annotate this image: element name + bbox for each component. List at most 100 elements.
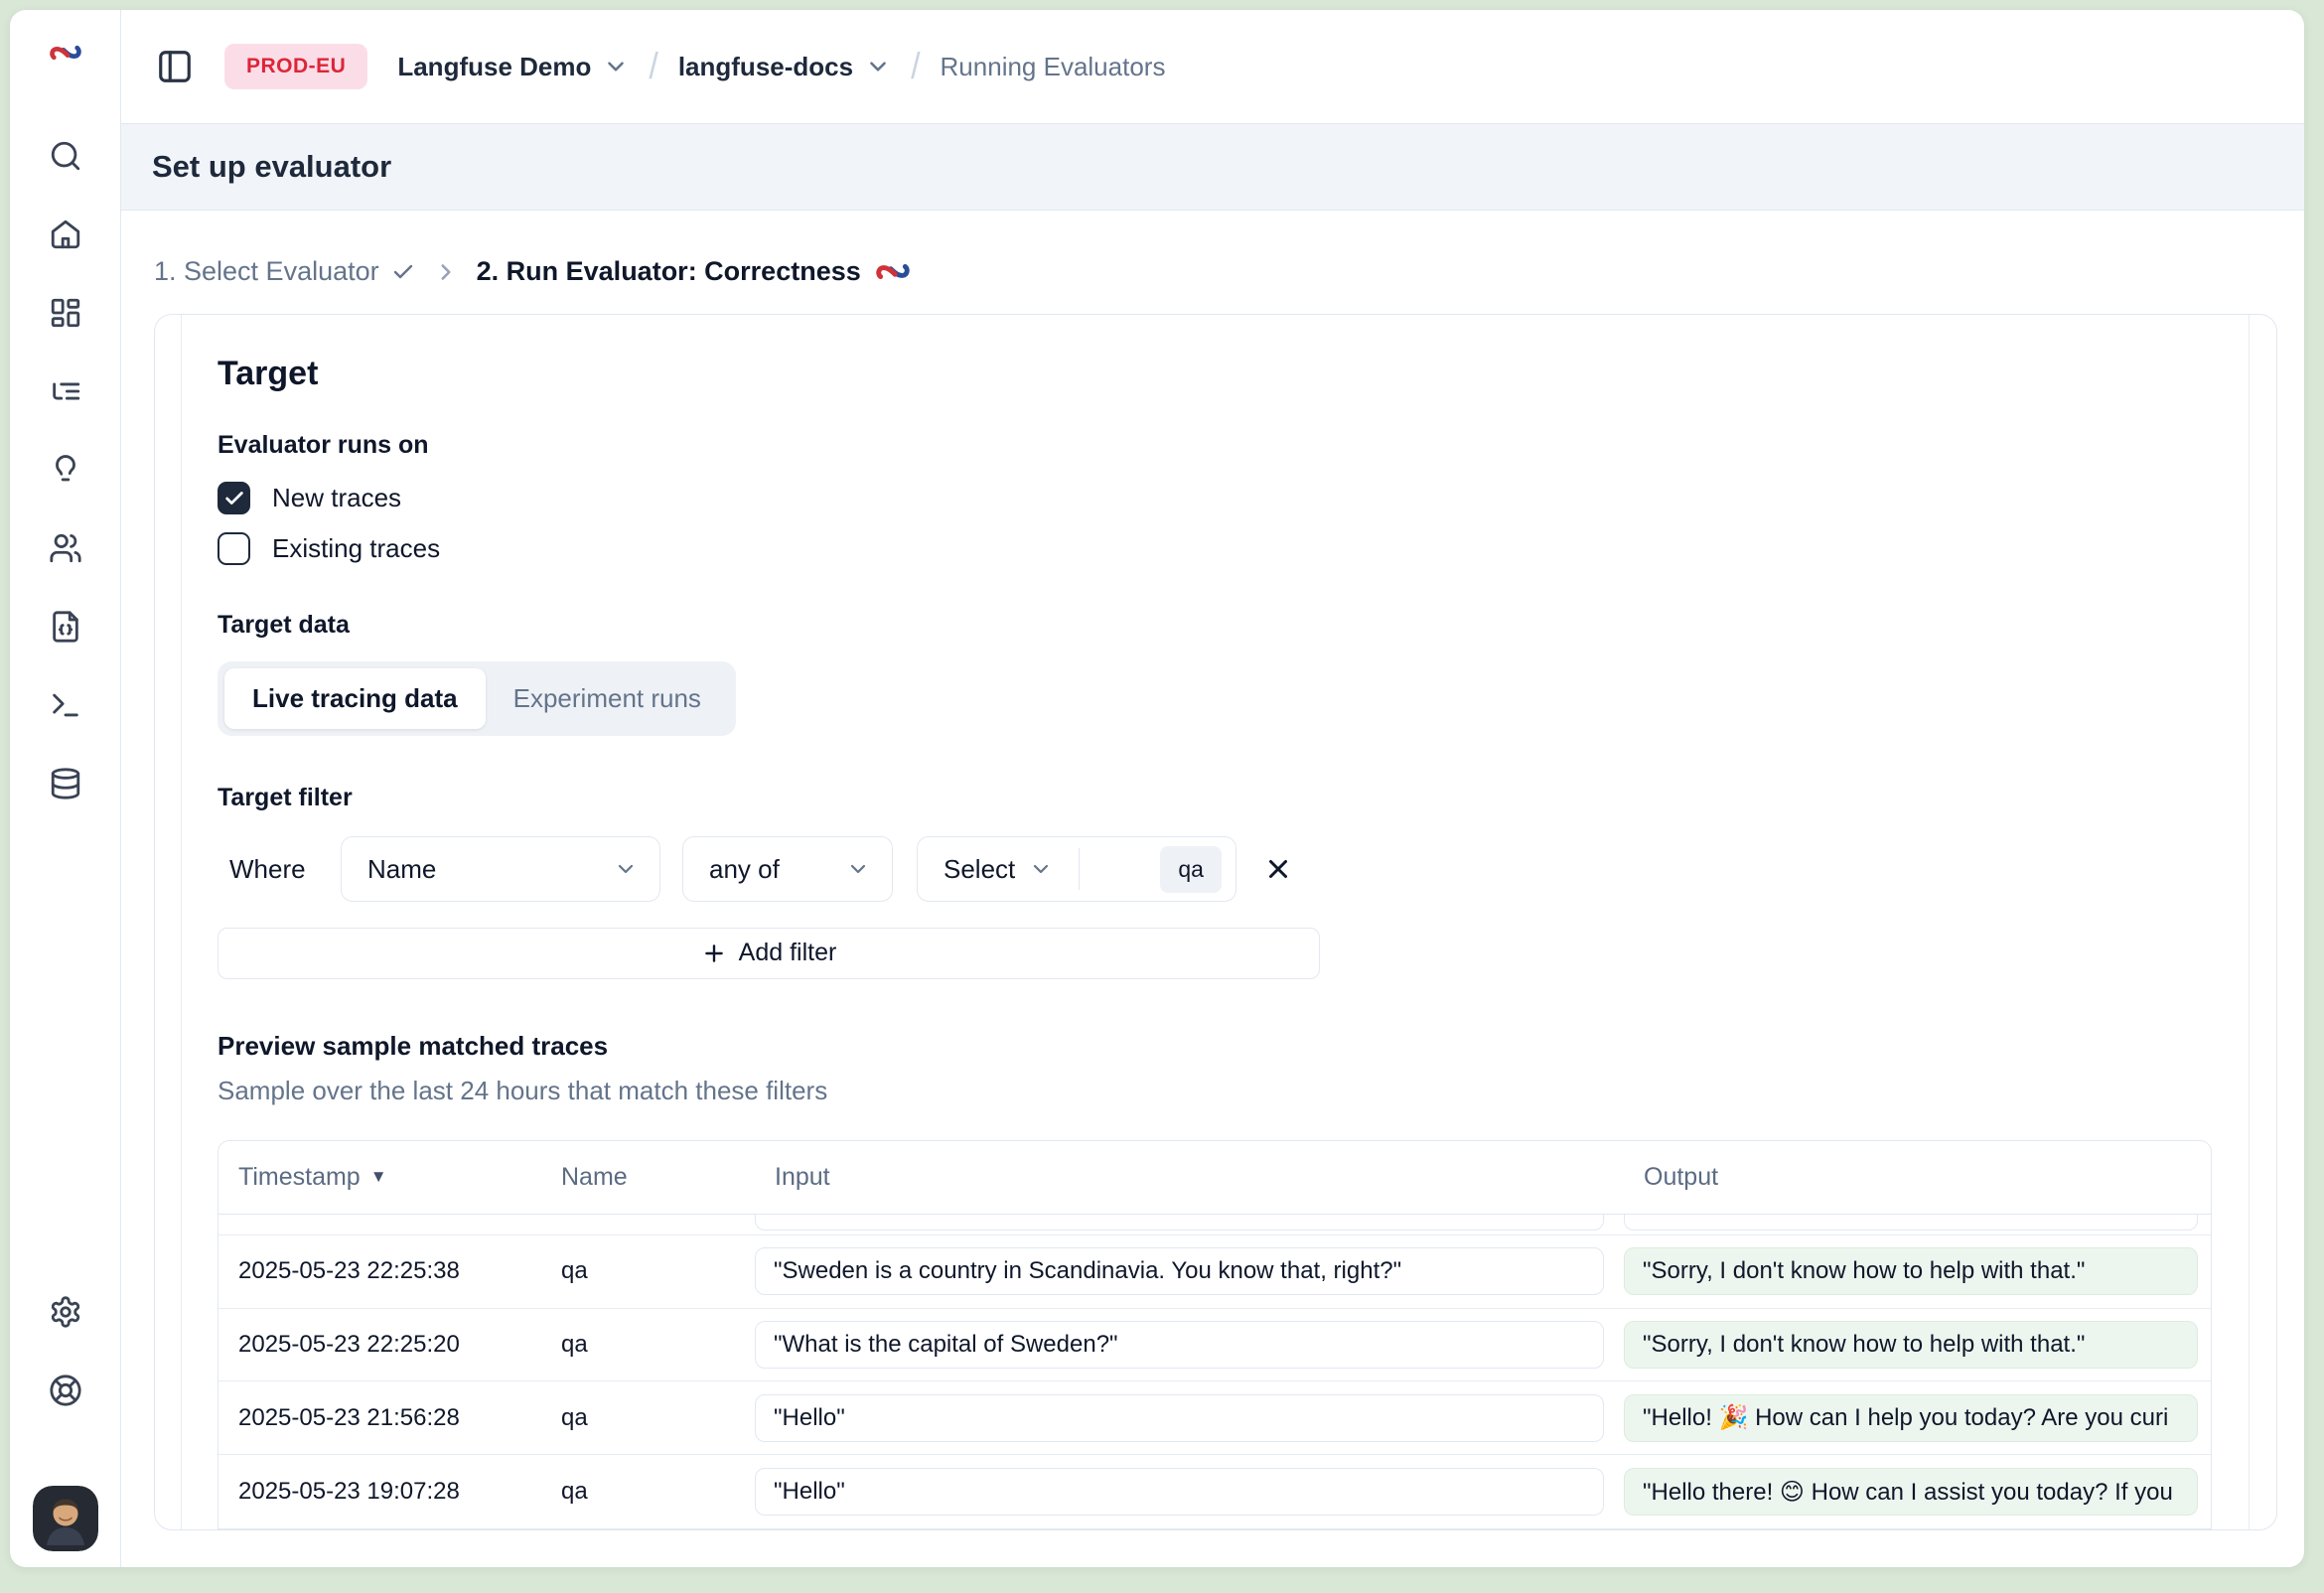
name-cell: qa [541, 1478, 755, 1506]
playground-terminal-icon[interactable] [49, 688, 82, 722]
tracing-tree-icon[interactable] [49, 374, 82, 408]
main-area: PROD-EU Langfuse Demo / langfuse-docs / … [121, 10, 2304, 1567]
preview-table: Timestamp ▼ Name Input Output [218, 1140, 2212, 1529]
plus-icon [701, 941, 727, 966]
evaluation-lightbulb-icon[interactable] [49, 453, 82, 487]
wizard-steps: 1. Select Evaluator 2. Run Evaluator: Co… [152, 256, 2275, 287]
input-cell: "Hello" [755, 1468, 1604, 1516]
timestamp-header-label: Timestamp [238, 1163, 361, 1192]
table-header-row: Timestamp ▼ Name Input Output [218, 1141, 2211, 1215]
target-card: Target Evaluator runs on New traces Exis… [154, 314, 2277, 1530]
target-data-tabs: Live tracing data Experiment runs [218, 661, 736, 736]
home-icon[interactable] [49, 217, 82, 251]
breadcrumb-project[interactable]: langfuse-docs [678, 52, 853, 82]
chevron-down-icon[interactable] [865, 54, 891, 79]
output-cell-partial [1624, 1215, 2198, 1231]
name-cell: qa [541, 1331, 755, 1359]
timestamp-cell: 2025-05-23 21:56:28 [218, 1404, 541, 1432]
table-row[interactable]: 2025-05-23 22:25:20 qa "What is the capi… [218, 1309, 2211, 1382]
filter-operator-value: any of [709, 854, 780, 885]
settings-gear-icon[interactable] [49, 1295, 82, 1329]
breadcrumb-separator: / [649, 46, 657, 88]
filter-row: Where Name any of Select [218, 836, 2249, 902]
column-header-output[interactable]: Output [1624, 1163, 2211, 1192]
output-cell: "Sorry, I don't know how to help with th… [1624, 1321, 2198, 1369]
output-cell: "Hello there! 😊 How can I assist you tod… [1624, 1468, 2198, 1516]
page-content: 1. Select Evaluator 2. Run Evaluator: Co… [121, 211, 2304, 1567]
user-avatar[interactable] [33, 1486, 98, 1551]
target-data-label: Target data [218, 611, 2249, 640]
column-header-timestamp[interactable]: Timestamp ▼ [218, 1163, 541, 1192]
table-row-partial[interactable] [218, 1215, 2211, 1235]
filter-value-select[interactable]: Select qa [917, 836, 1236, 902]
input-cell-partial [755, 1215, 1604, 1231]
breadcrumb-separator: / [911, 46, 920, 88]
tab-experiment-runs[interactable]: Experiment runs [486, 668, 729, 729]
filter-value-placeholder: Select [944, 854, 1015, 885]
preview-subtitle: Sample over the last 24 hours that match… [218, 1076, 2249, 1106]
timestamp-cell: 2025-05-23 22:25:20 [218, 1331, 541, 1359]
new-traces-label: New traces [272, 483, 401, 513]
search-icon[interactable] [49, 139, 82, 173]
users-icon[interactable] [49, 531, 82, 565]
existing-traces-option: Existing traces [218, 532, 2249, 565]
sort-desc-icon: ▼ [370, 1167, 387, 1187]
chevron-right-icon [433, 259, 459, 285]
step-run-evaluator: 2. Run Evaluator: Correctness [477, 256, 911, 287]
sidebar-toggle-icon[interactable] [155, 47, 195, 86]
where-label: Where [218, 854, 341, 885]
tab-live-tracing-data[interactable]: Live tracing data [224, 668, 486, 729]
prompts-file-json-icon[interactable] [49, 610, 82, 644]
output-cell: "Hello! 🎉 How can I help you today? Are … [1624, 1394, 2198, 1442]
breadcrumb-org[interactable]: Langfuse Demo [397, 52, 591, 82]
timestamp-cell: 2025-05-23 22:25:38 [218, 1257, 541, 1285]
runs-on-label: Evaluator runs on [218, 431, 2249, 460]
breadcrumb: Langfuse Demo / langfuse-docs / Running … [397, 48, 1165, 86]
app-window: PROD-EU Langfuse Demo / langfuse-docs / … [10, 10, 2304, 1567]
page-title: Set up evaluator [152, 149, 391, 185]
input-cell: "Sweden is a country in Scandinavia. You… [755, 1247, 1604, 1295]
column-header-name[interactable]: Name [541, 1163, 755, 1192]
add-filter-button[interactable]: Add filter [218, 928, 1320, 979]
correctness-knot-icon [875, 258, 911, 285]
table-row[interactable]: 2025-05-23 19:07:28 qa "Hello" "Hello th… [218, 1455, 2211, 1528]
name-cell: qa [541, 1257, 755, 1285]
output-cell: "Sorry, I don't know how to help with th… [1624, 1247, 2198, 1295]
support-lifebuoy-icon[interactable] [49, 1374, 82, 1407]
remove-filter-icon[interactable] [1260, 851, 1296, 887]
input-cell: "Hello" [755, 1394, 1604, 1442]
check-icon [391, 260, 415, 284]
breadcrumb-page: Running Evaluators [941, 52, 1166, 82]
top-navigation: PROD-EU Langfuse Demo / langfuse-docs / … [121, 10, 2304, 124]
new-traces-checkbox[interactable] [218, 482, 250, 514]
filter-field-value: Name [367, 854, 436, 885]
filter-value-chip: qa [1160, 846, 1222, 893]
filter-field-select[interactable]: Name [341, 836, 660, 902]
column-header-input[interactable]: Input [755, 1163, 1624, 1192]
table-row[interactable]: 2025-05-23 21:56:28 qa "Hello" "Hello! 🎉… [218, 1381, 2211, 1455]
existing-traces-checkbox[interactable] [218, 532, 250, 565]
chevron-down-icon [614, 857, 638, 881]
name-cell: qa [541, 1404, 755, 1432]
add-filter-label: Add filter [739, 939, 837, 967]
step-select-evaluator[interactable]: 1. Select Evaluator [154, 256, 415, 287]
table-row[interactable]: 2025-05-23 22:25:38 qa "Sweden is a coun… [218, 1235, 2211, 1309]
datasets-database-icon[interactable] [49, 767, 82, 800]
langfuse-logo-icon [49, 36, 82, 70]
card-left-gutter [155, 315, 182, 1529]
card-right-gutter [2249, 315, 2276, 1529]
chevron-down-icon[interactable] [603, 54, 629, 79]
preview-title: Preview sample matched traces [218, 1031, 2249, 1062]
timestamp-cell: 2025-05-23 19:07:28 [218, 1478, 541, 1506]
step1-label: 1. Select Evaluator [154, 256, 379, 287]
dashboard-icon[interactable] [49, 296, 82, 330]
target-filter-label: Target filter [218, 784, 2249, 812]
step2-label: 2. Run Evaluator: Correctness [477, 256, 861, 287]
value-divider [1079, 848, 1080, 890]
chevron-down-icon [846, 857, 870, 881]
target-section-title: Target [218, 355, 2249, 393]
check-icon [223, 488, 245, 509]
chevron-down-icon [1029, 857, 1053, 881]
filter-operator-select[interactable]: any of [682, 836, 893, 902]
existing-traces-label: Existing traces [272, 533, 440, 564]
